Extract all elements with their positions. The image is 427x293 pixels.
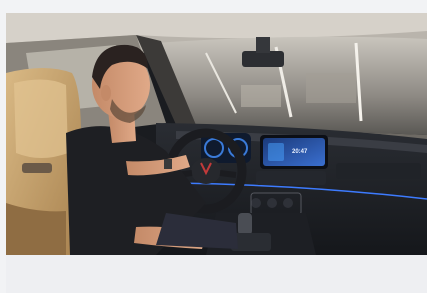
display-time: 20:47 — [292, 149, 308, 155]
car-interior-photo: 20:47 — [6, 13, 427, 255]
image-card: 20:47 — [0, 0, 427, 293]
footer-strip — [6, 255, 427, 293]
